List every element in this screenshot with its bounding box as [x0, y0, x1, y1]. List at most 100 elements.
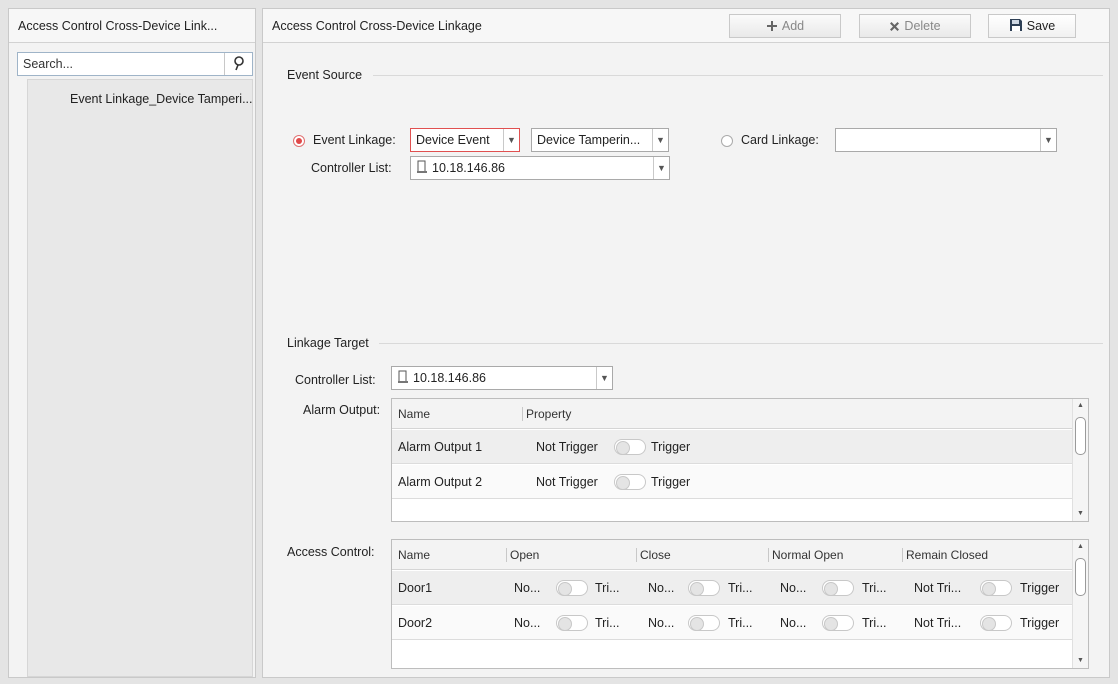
- add-button[interactable]: Add: [729, 14, 841, 38]
- remain-closed-off-label: Not Tri...: [914, 616, 962, 630]
- panel-title-text: Access Control Cross-Device Linkage: [272, 19, 482, 33]
- close-on-label: Tri...: [728, 581, 753, 595]
- table-row: Alarm Output 1 Not Trigger Trigger: [392, 430, 1072, 464]
- remain-closed-toggle[interactable]: [980, 580, 1012, 596]
- close-toggle[interactable]: [688, 580, 720, 596]
- column-separator: [522, 407, 523, 421]
- scroll-up-icon[interactable]: ▲: [1073, 399, 1088, 413]
- normal-open-toggle[interactable]: [822, 580, 854, 596]
- door-name: Door2: [398, 616, 433, 630]
- card-linkage-select[interactable]: ▼: [835, 128, 1057, 152]
- table-row: Alarm Output 2 Not Trigger Trigger: [392, 465, 1072, 499]
- normal-open-toggle[interactable]: [822, 615, 854, 631]
- access-control-label: Access Control:: [287, 545, 375, 559]
- column-separator: [636, 548, 637, 562]
- close-toggle[interactable]: [688, 615, 720, 631]
- card-linkage-label: Card Linkage:: [741, 133, 819, 147]
- remain-closed-on-label: Trigger: [1020, 581, 1060, 595]
- column-separator: [506, 548, 507, 562]
- scroll-thumb[interactable]: [1075, 417, 1086, 455]
- alarm-name: Alarm Output 1: [398, 440, 483, 454]
- trigger-toggle[interactable]: [614, 439, 646, 455]
- normal-open-off-label: No...: [780, 581, 807, 595]
- access-control-table: Name Open Close Normal Open Remain Close…: [391, 539, 1089, 669]
- target-controller-select[interactable]: 10.18.146.86 ▼: [391, 366, 613, 390]
- col-header-remain-closed: Remain Closed: [906, 548, 989, 562]
- device-icon: [417, 160, 427, 173]
- col-header-name: Name: [398, 548, 431, 562]
- floppy-disk-icon: [1009, 19, 1022, 31]
- remain-closed-toggle[interactable]: [980, 615, 1012, 631]
- event-type-select[interactable]: Device Event ▼: [410, 128, 520, 152]
- event-detail-select[interactable]: Device Tamperin... ▼: [531, 128, 669, 152]
- chevron-down-icon: ▼: [596, 367, 612, 389]
- linkage-target-label: Linkage Target: [287, 336, 369, 350]
- source-controller-value: 10.18.146.86: [432, 161, 505, 175]
- trigger-label: Trigger: [651, 440, 691, 454]
- chevron-down-icon: ▼: [652, 129, 668, 151]
- linkage-tree: Event Linkage_Device Tamperi...: [27, 79, 253, 677]
- event-source-label: Event Source: [287, 68, 363, 82]
- remain-closed-off-label: Not Tri...: [914, 581, 962, 595]
- not-trigger-label: Not Trigger: [536, 475, 598, 489]
- scroll-down-icon[interactable]: ▼: [1073, 507, 1088, 521]
- close-off-label: No...: [648, 581, 675, 595]
- delete-label: Delete: [904, 19, 941, 33]
- access-table-scrollbar[interactable]: ▲ ▼: [1072, 540, 1088, 668]
- delete-button[interactable]: Delete: [859, 14, 971, 38]
- alarm-table-scrollbar[interactable]: ▲ ▼: [1072, 399, 1088, 521]
- add-label: Add: [781, 19, 805, 33]
- target-controller-label: Controller List:: [295, 373, 376, 387]
- scroll-up-icon[interactable]: ▲: [1073, 540, 1088, 554]
- search-icon: [233, 56, 244, 71]
- chevron-down-icon: ▼: [653, 157, 669, 179]
- door-name: Door1: [398, 581, 433, 595]
- trigger-label: Trigger: [651, 475, 691, 489]
- tree-item-event-linkage[interactable]: Event Linkage_Device Tamperi...: [28, 88, 252, 110]
- save-button[interactable]: Save: [988, 14, 1076, 38]
- col-header-normal-open: Normal Open: [772, 548, 844, 562]
- scroll-down-icon[interactable]: ▼: [1073, 654, 1088, 668]
- col-header-open: Open: [510, 548, 540, 562]
- save-label: Save: [1026, 19, 1056, 33]
- normal-open-off-label: No...: [780, 616, 807, 630]
- left-panel-title: Access Control Cross-Device Link...: [9, 9, 255, 43]
- linkage-list-panel: Access Control Cross-Device Link... Even…: [8, 8, 256, 678]
- chevron-down-icon: ▼: [1040, 129, 1056, 151]
- col-header-property: Property: [526, 407, 572, 421]
- remain-closed-on-label: Trigger: [1020, 616, 1060, 630]
- search-input[interactable]: [18, 53, 218, 75]
- normal-open-on-label: Tri...: [862, 616, 887, 630]
- event-source-divider: [373, 75, 1103, 76]
- normal-open-on-label: Tri...: [862, 581, 887, 595]
- source-controller-select[interactable]: 10.18.146.86 ▼: [410, 156, 670, 180]
- col-header-close: Close: [640, 548, 671, 562]
- card-linkage-radio[interactable]: [721, 135, 733, 147]
- table-row: Door1 No... Tri... No... Tri... No... Tr…: [392, 571, 1072, 605]
- table-row: Door2 No... Tri... No... Tri... No... Tr…: [392, 606, 1072, 640]
- open-toggle[interactable]: [556, 580, 588, 596]
- event-detail-value: Device Tamperin...: [537, 133, 641, 147]
- column-separator: [902, 548, 903, 562]
- column-separator: [768, 548, 769, 562]
- col-header-name: Name: [398, 407, 431, 421]
- right-panel-title: Access Control Cross-Device Linkage: [263, 9, 1109, 43]
- close-on-label: Tri...: [728, 616, 753, 630]
- event-linkage-radio[interactable]: [293, 135, 305, 147]
- event-type-value: Device Event: [416, 133, 490, 147]
- search-button[interactable]: [224, 53, 252, 75]
- scroll-thumb[interactable]: [1075, 558, 1086, 596]
- open-on-label: Tri...: [595, 581, 620, 595]
- alarm-table-header: Name Property: [392, 399, 1072, 429]
- linkage-settings-panel: Access Control Cross-Device Linkage Add …: [262, 8, 1110, 678]
- alarm-output-table: Name Property Alarm Output 1 Not Trigger…: [391, 398, 1089, 522]
- chevron-down-icon: ▼: [503, 129, 519, 151]
- device-icon: [398, 370, 408, 383]
- linkage-target-divider: [379, 343, 1103, 344]
- search-box: [17, 52, 253, 76]
- not-trigger-label: Not Trigger: [536, 440, 598, 454]
- open-toggle[interactable]: [556, 615, 588, 631]
- source-controller-label: Controller List:: [311, 161, 392, 175]
- trigger-toggle[interactable]: [614, 474, 646, 490]
- open-off-label: No...: [514, 581, 541, 595]
